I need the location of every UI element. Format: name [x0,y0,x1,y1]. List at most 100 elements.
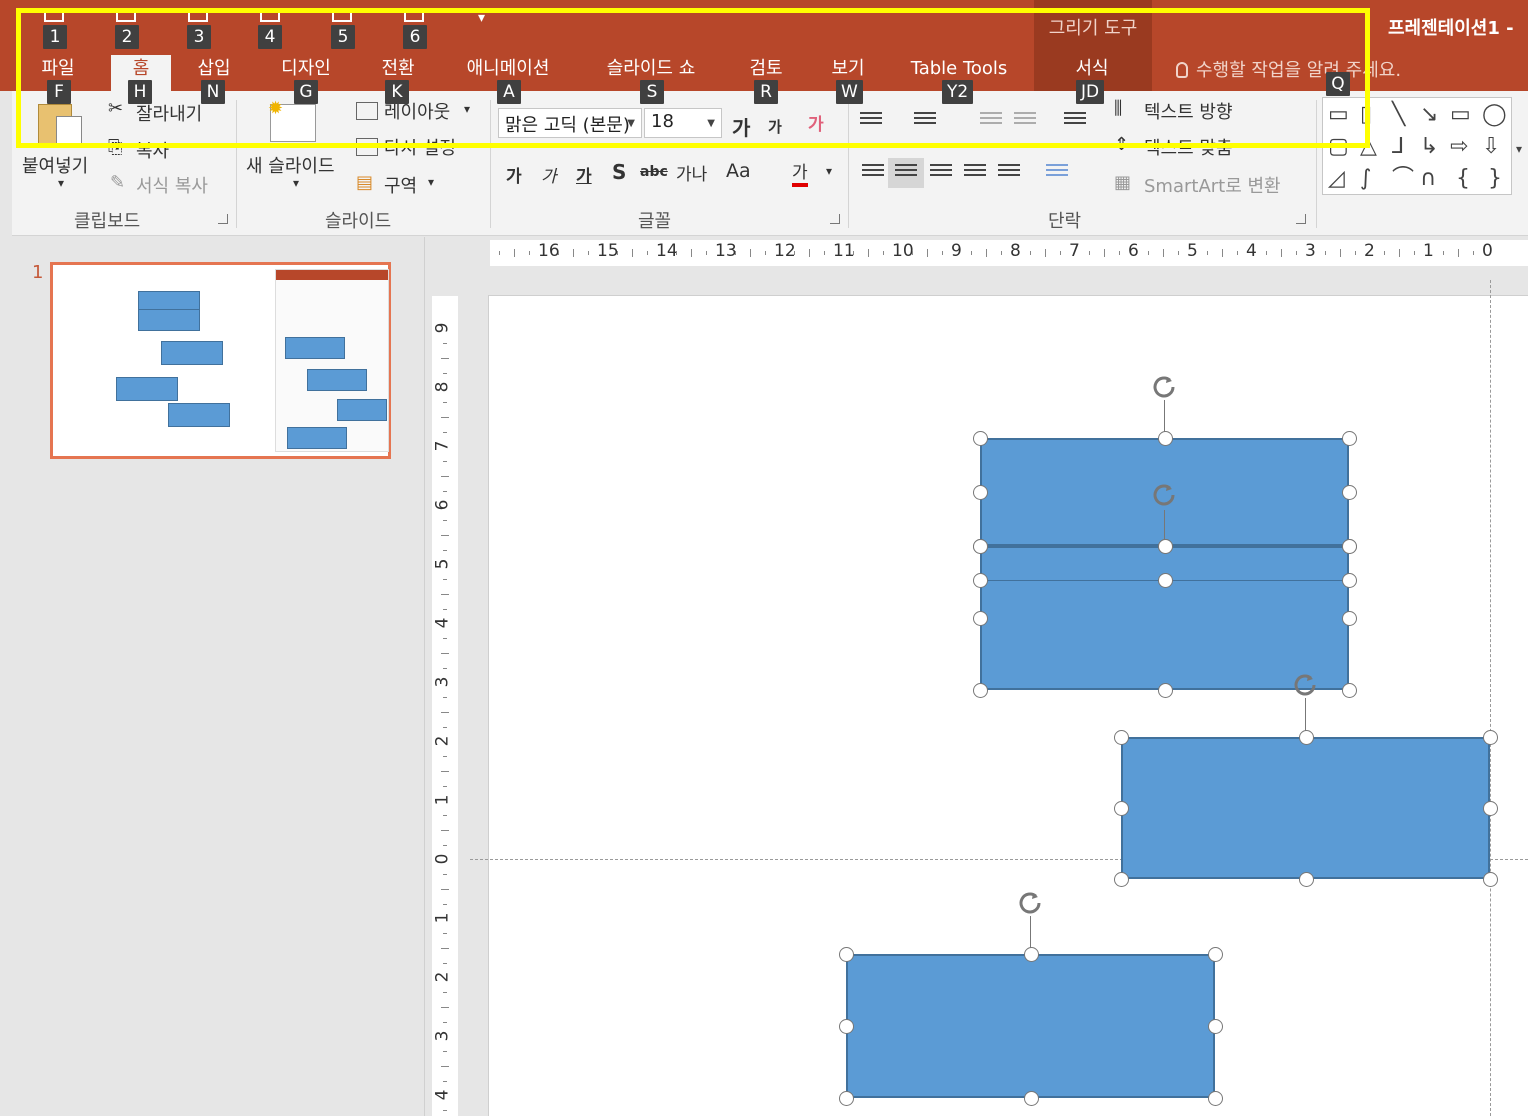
resize-handle[interactable] [1483,801,1498,816]
rounded-rect-shape-icon[interactable]: ▢ [1328,134,1349,160]
font-size-select[interactable]: 18 ▼ [644,108,722,138]
format-painter-button[interactable]: 서식 복사 [136,172,208,198]
freeform-shape-icon[interactable]: ◿ [1328,166,1345,192]
resize-handle[interactable] [973,573,988,588]
strikethrough-button[interactable]: abc [640,164,668,180]
paste-dropdown-chevron-icon[interactable]: ▾ [58,176,64,190]
rotate-handle-icon[interactable] [1015,888,1045,918]
resize-handle[interactable] [1342,485,1357,500]
rotate-handle-icon[interactable] [1149,480,1179,510]
undo-icon[interactable] [116,8,136,22]
smartart-button[interactable]: SmartArt로 변환 [1144,172,1281,198]
copy-button[interactable]: 복사 [136,137,169,163]
rectangle-shape-3[interactable] [1121,737,1490,879]
line-spacing-icon[interactable] [1064,112,1086,130]
bold-button[interactable]: 가 [506,162,522,187]
resize-handle[interactable] [1208,947,1223,962]
elbow-arrow-connector-icon[interactable]: ↳ [1420,134,1438,160]
resize-handle[interactable] [1298,872,1314,887]
rotate-handle-icon[interactable] [1290,670,1320,700]
rectangle-shape-icon[interactable]: ▭ [1450,102,1471,128]
resize-handle[interactable] [839,1019,854,1034]
italic-button[interactable]: 가 [541,162,557,187]
text-direction-button[interactable]: 텍스트 방향 [1144,98,1233,124]
section-button[interactable]: 구역 [384,172,417,198]
save-icon[interactable] [44,8,64,22]
section-chevron-icon[interactable]: ▾ [428,175,434,189]
right-brace-shape-icon[interactable]: } [1488,166,1502,192]
font-color-button[interactable]: 가 [792,158,808,187]
right-arrow-shape-icon[interactable]: ⇨ [1450,134,1468,160]
resize-handle[interactable] [839,1091,854,1106]
resize-handle[interactable] [1342,431,1357,446]
scribble-shape-icon[interactable]: ∫ [1360,166,1371,192]
resize-handle[interactable] [1298,730,1314,745]
font-name-select[interactable]: 맑은 고딕 (본문) ▼ [498,108,642,138]
resize-handle[interactable] [1157,573,1173,588]
tell-me-search[interactable]: 수행할 작업을 알려 주세요. [1176,56,1401,82]
resize-handle[interactable] [973,539,988,554]
align-center-icon[interactable] [895,164,917,182]
align-text-button[interactable]: 텍스트 맞춤 [1144,134,1233,160]
paste-button[interactable]: 붙여넣기 [22,152,88,178]
resize-handle[interactable] [973,683,988,698]
change-case-button[interactable]: Aa [726,160,751,182]
font-launcher-icon[interactable] [830,214,840,224]
textbox-shape-icon[interactable]: ▭ [1328,102,1349,128]
font-color-chevron-icon[interactable]: ▾ [826,164,832,178]
resize-handle[interactable] [1157,683,1173,698]
rectangle-shape-4[interactable] [846,954,1215,1098]
resize-handle[interactable] [973,431,988,446]
line-shape-icon[interactable]: ╲ [1392,102,1405,128]
resize-handle[interactable] [839,947,854,962]
clipboard-launcher-icon[interactable] [218,214,228,224]
layout-chevron-icon[interactable]: ▾ [464,102,470,116]
vertical-textbox-shape-icon[interactable]: ▯ [1360,102,1372,128]
resize-handle[interactable] [1342,573,1357,588]
curve-shape-icon[interactable]: ∩ [1420,166,1436,192]
grow-font-button[interactable]: 가 [732,112,750,141]
pen-icon[interactable] [404,8,424,22]
gallery-scroll-chevron-icon[interactable]: ▾ [1516,136,1522,162]
resize-handle[interactable] [1114,872,1129,887]
decrease-indent-icon[interactable] [980,112,1002,130]
resize-handle[interactable] [973,611,988,626]
resize-handle[interactable] [1114,730,1129,745]
rotate-handle-icon[interactable] [1149,372,1179,402]
triangle-shape-icon[interactable]: △ [1360,134,1377,160]
shrink-font-button[interactable]: 가 [768,116,782,137]
char-spacing-button[interactable]: 가나 [676,160,707,185]
resize-handle[interactable] [973,485,988,500]
justify-icon[interactable] [964,164,986,182]
slide-thumbnail[interactable] [50,262,391,459]
resize-handle[interactable] [1342,611,1357,626]
columns-icon[interactable] [1046,164,1068,182]
resize-handle[interactable] [1023,1091,1039,1106]
new-slide-chevron-icon[interactable]: ▾ [293,176,299,190]
resize-handle[interactable] [1114,801,1129,816]
shadow-button[interactable]: S [612,160,626,184]
arrow-line-shape-icon[interactable]: ↘ [1420,102,1438,128]
numbering-icon[interactable] [914,112,936,130]
resize-handle[interactable] [1483,872,1498,887]
arc-shape-icon[interactable]: ⌒ [1392,166,1414,192]
oval-shape-icon[interactable]: ◯ [1482,102,1507,128]
resize-handle[interactable] [1157,539,1173,554]
elbow-connector-icon[interactable]: ⅃ [1392,134,1404,160]
resize-handle[interactable] [1208,1091,1223,1106]
customize-qat-chevron-icon[interactable]: ▾ [478,10,485,26]
down-arrow-shape-icon[interactable]: ⇩ [1482,134,1500,160]
redo-icon[interactable] [188,8,208,22]
resize-handle[interactable] [1208,1019,1223,1034]
resize-handle[interactable] [1342,539,1357,554]
reset-button[interactable]: 다시 설정 [384,134,456,160]
distributed-icon[interactable] [998,164,1020,182]
resize-handle[interactable] [1342,683,1357,698]
left-brace-shape-icon[interactable]: { [1456,166,1470,192]
clear-formatting-button[interactable]: 가 [808,110,824,135]
increase-indent-icon[interactable] [1014,112,1036,130]
rectangle-shape-2[interactable] [980,546,1349,690]
resize-handle[interactable] [1023,947,1039,962]
underline-button[interactable]: 가 [576,162,592,187]
align-right-icon[interactable] [930,164,952,182]
